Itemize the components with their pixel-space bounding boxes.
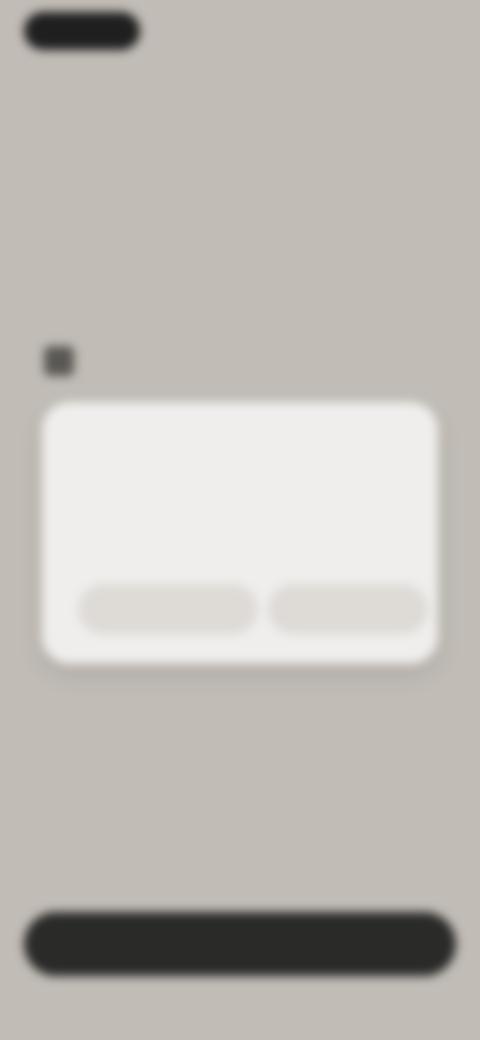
status-text — [352, 20, 448, 38]
section-label — [44, 346, 86, 376]
blurred-screen — [0, 0, 480, 1040]
dialog-left-button[interactable] — [78, 584, 258, 634]
dialog-card — [42, 402, 438, 664]
top-left-pill[interactable] — [24, 12, 140, 50]
primary-bottom-button[interactable] — [24, 912, 456, 976]
app-icon — [44, 346, 74, 376]
dialog-right-button[interactable] — [268, 584, 428, 634]
